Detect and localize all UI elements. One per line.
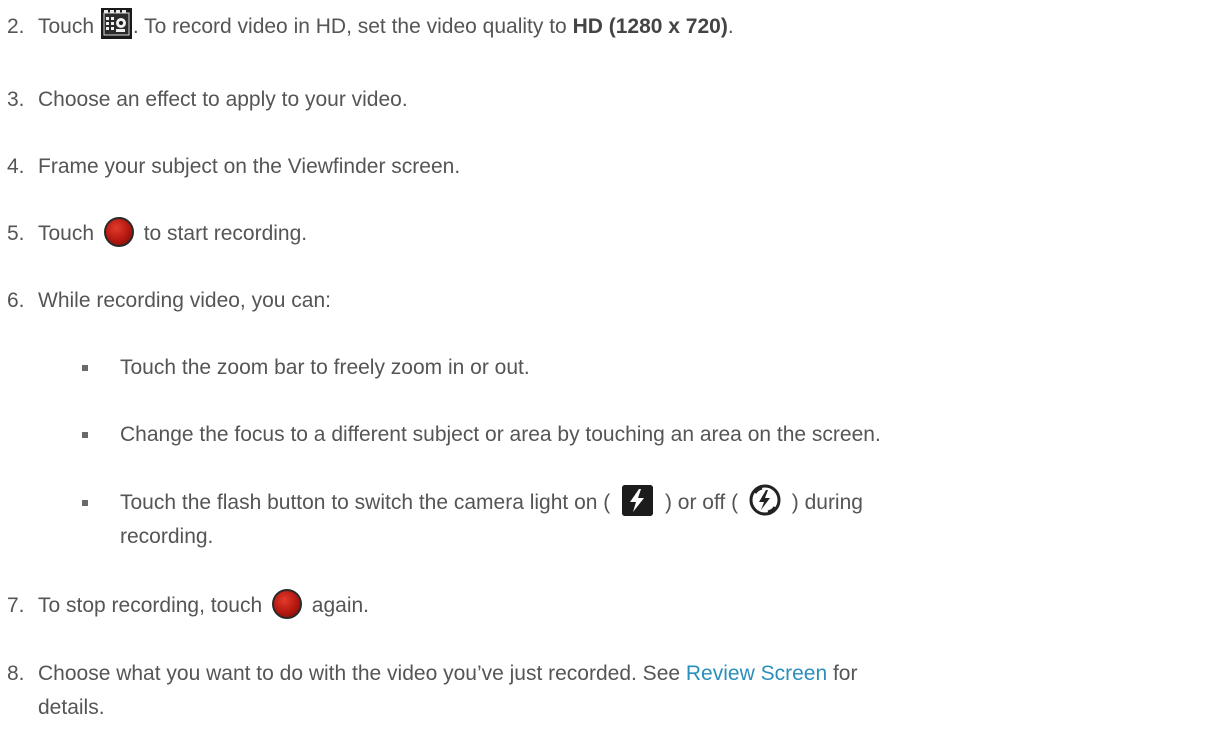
step-number: 8. xyxy=(7,662,25,685)
flash-on-icon xyxy=(622,484,654,516)
hd-quality-label: HD (1280 x 720) xyxy=(572,15,728,38)
record-button-icon xyxy=(271,589,302,620)
step-text: Touch xyxy=(38,222,100,245)
step-text: To stop recording, touch xyxy=(38,594,268,617)
bullet-text: recording. xyxy=(120,525,214,548)
step-number: 3. xyxy=(7,88,25,111)
bullet-text: ) during xyxy=(785,491,863,514)
step-text: again. xyxy=(305,594,370,617)
bullet-text: ) or off ( xyxy=(659,491,744,514)
step-number: 2. xyxy=(7,15,25,38)
step-number: 7. xyxy=(7,594,25,617)
review-screen-link[interactable]: Review Screen xyxy=(686,662,827,685)
bullet-marker xyxy=(82,500,88,506)
flash-off-icon xyxy=(749,484,781,516)
step-number: 4. xyxy=(7,155,25,178)
step-text: Choose an effect to apply to your video. xyxy=(38,88,408,111)
step-text: . To record video in HD, set the video q… xyxy=(132,15,573,38)
record-button-icon xyxy=(103,217,134,248)
step-text: to start recording. xyxy=(137,222,308,245)
step-text: Touch xyxy=(38,15,100,38)
step-number: 6. xyxy=(7,289,25,312)
bullet-text: Change the focus to a different subject … xyxy=(120,423,881,446)
bullet-marker xyxy=(82,432,88,438)
bullet-text: Touch the flash button to switch the cam… xyxy=(120,491,617,514)
bullet-text: Touch the zoom bar to freely zoom in or … xyxy=(120,356,530,379)
step-text: details. xyxy=(38,696,105,719)
step-text: Choose what you want to do with the vide… xyxy=(38,662,686,685)
step-text: While recording video, you can: xyxy=(38,289,331,312)
step-text: for xyxy=(827,662,858,685)
bullet-marker xyxy=(82,365,88,371)
step-text: Frame your subject on the Viewfinder scr… xyxy=(38,155,461,178)
video-settings-icon xyxy=(100,7,132,39)
step-number: 5. xyxy=(7,222,25,245)
